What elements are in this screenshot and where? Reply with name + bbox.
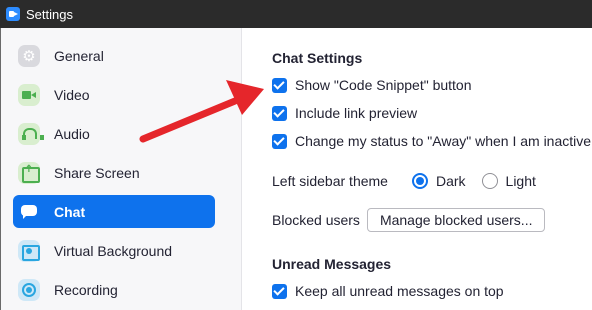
chat-settings-panel: Chat Settings Show "Code Snippet" button…	[243, 28, 592, 310]
show-code-snippet-label: Show "Code Snippet" button	[295, 77, 472, 93]
theme-dark-radio[interactable]	[411, 173, 428, 189]
sidebar-item-chat[interactable]: Chat	[13, 195, 215, 228]
gear-icon	[18, 44, 40, 67]
sidebar-item-video[interactable]: Video	[13, 78, 215, 111]
virtual-background-icon	[18, 239, 40, 262]
blocked-users-label: Blocked users	[272, 212, 360, 228]
blocked-users-row: Blocked users Manage blocked users...	[272, 208, 546, 232]
sidebar-item-audio[interactable]: Audio	[13, 117, 215, 150]
sidebar-item-label: Audio	[54, 125, 90, 142]
sidebar-item-label: Recording	[54, 281, 118, 298]
include-link-preview-label: Include link preview	[295, 105, 418, 121]
left-sidebar-theme-label: Left sidebar theme	[272, 173, 388, 189]
sidebar-item-label: Share Screen	[54, 164, 140, 181]
sidebar-item-label: Virtual Background	[54, 242, 173, 259]
video-camera-icon	[18, 83, 40, 106]
settings-sidebar: General Video Audio Share Screen Chat Vi…	[1, 28, 242, 310]
show-code-snippet-option[interactable]: Show "Code Snippet" button	[272, 77, 472, 93]
window-title: Settings	[26, 6, 73, 22]
zoom-app-icon	[6, 7, 20, 21]
left-sidebar-theme-row: Left sidebar theme Dark Light	[272, 172, 536, 190]
sidebar-item-share-screen[interactable]: Share Screen	[13, 156, 215, 189]
sidebar-item-virtual-background[interactable]: Virtual Background	[13, 234, 215, 267]
sidebar-item-label: Video	[54, 86, 90, 103]
chat-bubble-icon	[18, 201, 40, 223]
show-code-snippet-checkbox[interactable]	[272, 77, 287, 93]
theme-dark-label[interactable]: Dark	[436, 173, 466, 189]
unread-messages-heading: Unread Messages	[272, 256, 392, 272]
recording-icon	[18, 278, 40, 301]
settings-window: General Video Audio Share Screen Chat Vi…	[0, 28, 592, 310]
keep-unread-checkbox[interactable]	[272, 283, 287, 299]
away-status-option[interactable]: Change my status to "Away" when I am ina…	[272, 133, 592, 149]
window-titlebar: Settings	[0, 0, 592, 28]
theme-light-radio[interactable]	[481, 173, 498, 189]
share-screen-icon	[18, 161, 40, 184]
sidebar-item-label: Chat	[54, 203, 86, 220]
keep-unread-label: Keep all unread messages on top	[295, 283, 504, 299]
sidebar-item-recording[interactable]: Recording	[13, 273, 215, 306]
include-link-preview-option[interactable]: Include link preview	[272, 105, 417, 121]
include-link-preview-checkbox[interactable]	[272, 105, 287, 121]
sidebar-item-general[interactable]: General	[13, 39, 215, 72]
away-status-label: Change my status to "Away" when I am ina…	[295, 133, 592, 149]
manage-blocked-users-button[interactable]: Manage blocked users...	[366, 208, 546, 232]
headphones-icon	[18, 122, 44, 145]
theme-light-label[interactable]: Light	[506, 173, 536, 189]
sidebar-item-label: General	[54, 47, 104, 64]
keep-unread-option[interactable]: Keep all unread messages on top	[272, 283, 504, 299]
away-status-checkbox[interactable]	[272, 133, 287, 149]
chat-settings-heading: Chat Settings	[272, 50, 363, 66]
